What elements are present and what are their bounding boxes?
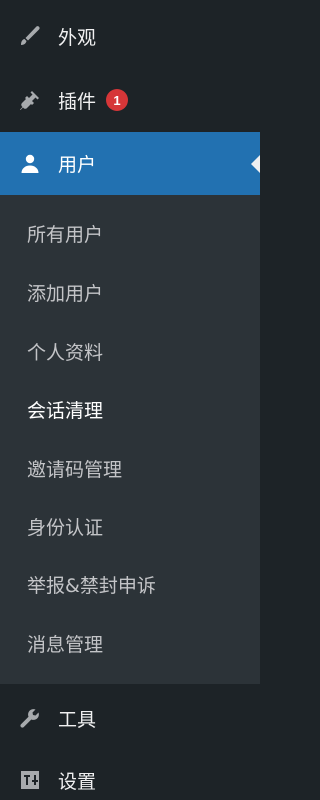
submenu-item-profile[interactable]: 个人资料 [27, 338, 103, 368]
users-submenu: 所有用户 添加用户 个人资料 会话清理 邀请码管理 身份认证 举报&禁封申诉 消… [0, 195, 260, 684]
menu-item-settings[interactable]: 设置 [0, 752, 260, 800]
menu-item-appearance[interactable]: 外观 [0, 8, 260, 64]
wrench-icon [17, 705, 43, 731]
paintbrush-icon [17, 23, 43, 49]
user-icon [17, 151, 43, 177]
plugin-icon [17, 87, 43, 113]
settings-sliders-icon [17, 767, 43, 793]
menu-item-plugins[interactable]: 插件 1 [0, 72, 260, 128]
submenu-item-reports-appeals[interactable]: 举报&禁封申诉 [27, 571, 156, 601]
menu-item-label: 外观 [58, 26, 97, 49]
menu-item-label: 设置 [58, 770, 97, 793]
submenu-item-session-cleanup[interactable]: 会话清理 [27, 396, 103, 426]
submenu-item-all-users[interactable]: 所有用户 [27, 220, 103, 250]
menu-item-users[interactable]: 用户 [0, 132, 260, 195]
plugin-update-count-badge: 1 [106, 89, 129, 111]
menu-item-label: 插件 [58, 90, 97, 113]
submenu-item-add-user[interactable]: 添加用户 [27, 279, 103, 309]
submenu-item-messages[interactable]: 消息管理 [27, 630, 103, 660]
menu-item-tools[interactable]: 工具 [0, 690, 260, 746]
submenu-item-invite-codes[interactable]: 邀请码管理 [27, 455, 122, 485]
admin-sidebar-menu: 外观 插件 1 用户 所有用户 添加用户 个人资料 会话清理 邀请码管理 身份认… [0, 0, 260, 800]
active-indicator-arrow [251, 154, 260, 173]
menu-item-label: 工具 [58, 708, 97, 731]
menu-item-label: 用户 [58, 154, 97, 176]
submenu-item-verification[interactable]: 身份认证 [27, 513, 103, 543]
